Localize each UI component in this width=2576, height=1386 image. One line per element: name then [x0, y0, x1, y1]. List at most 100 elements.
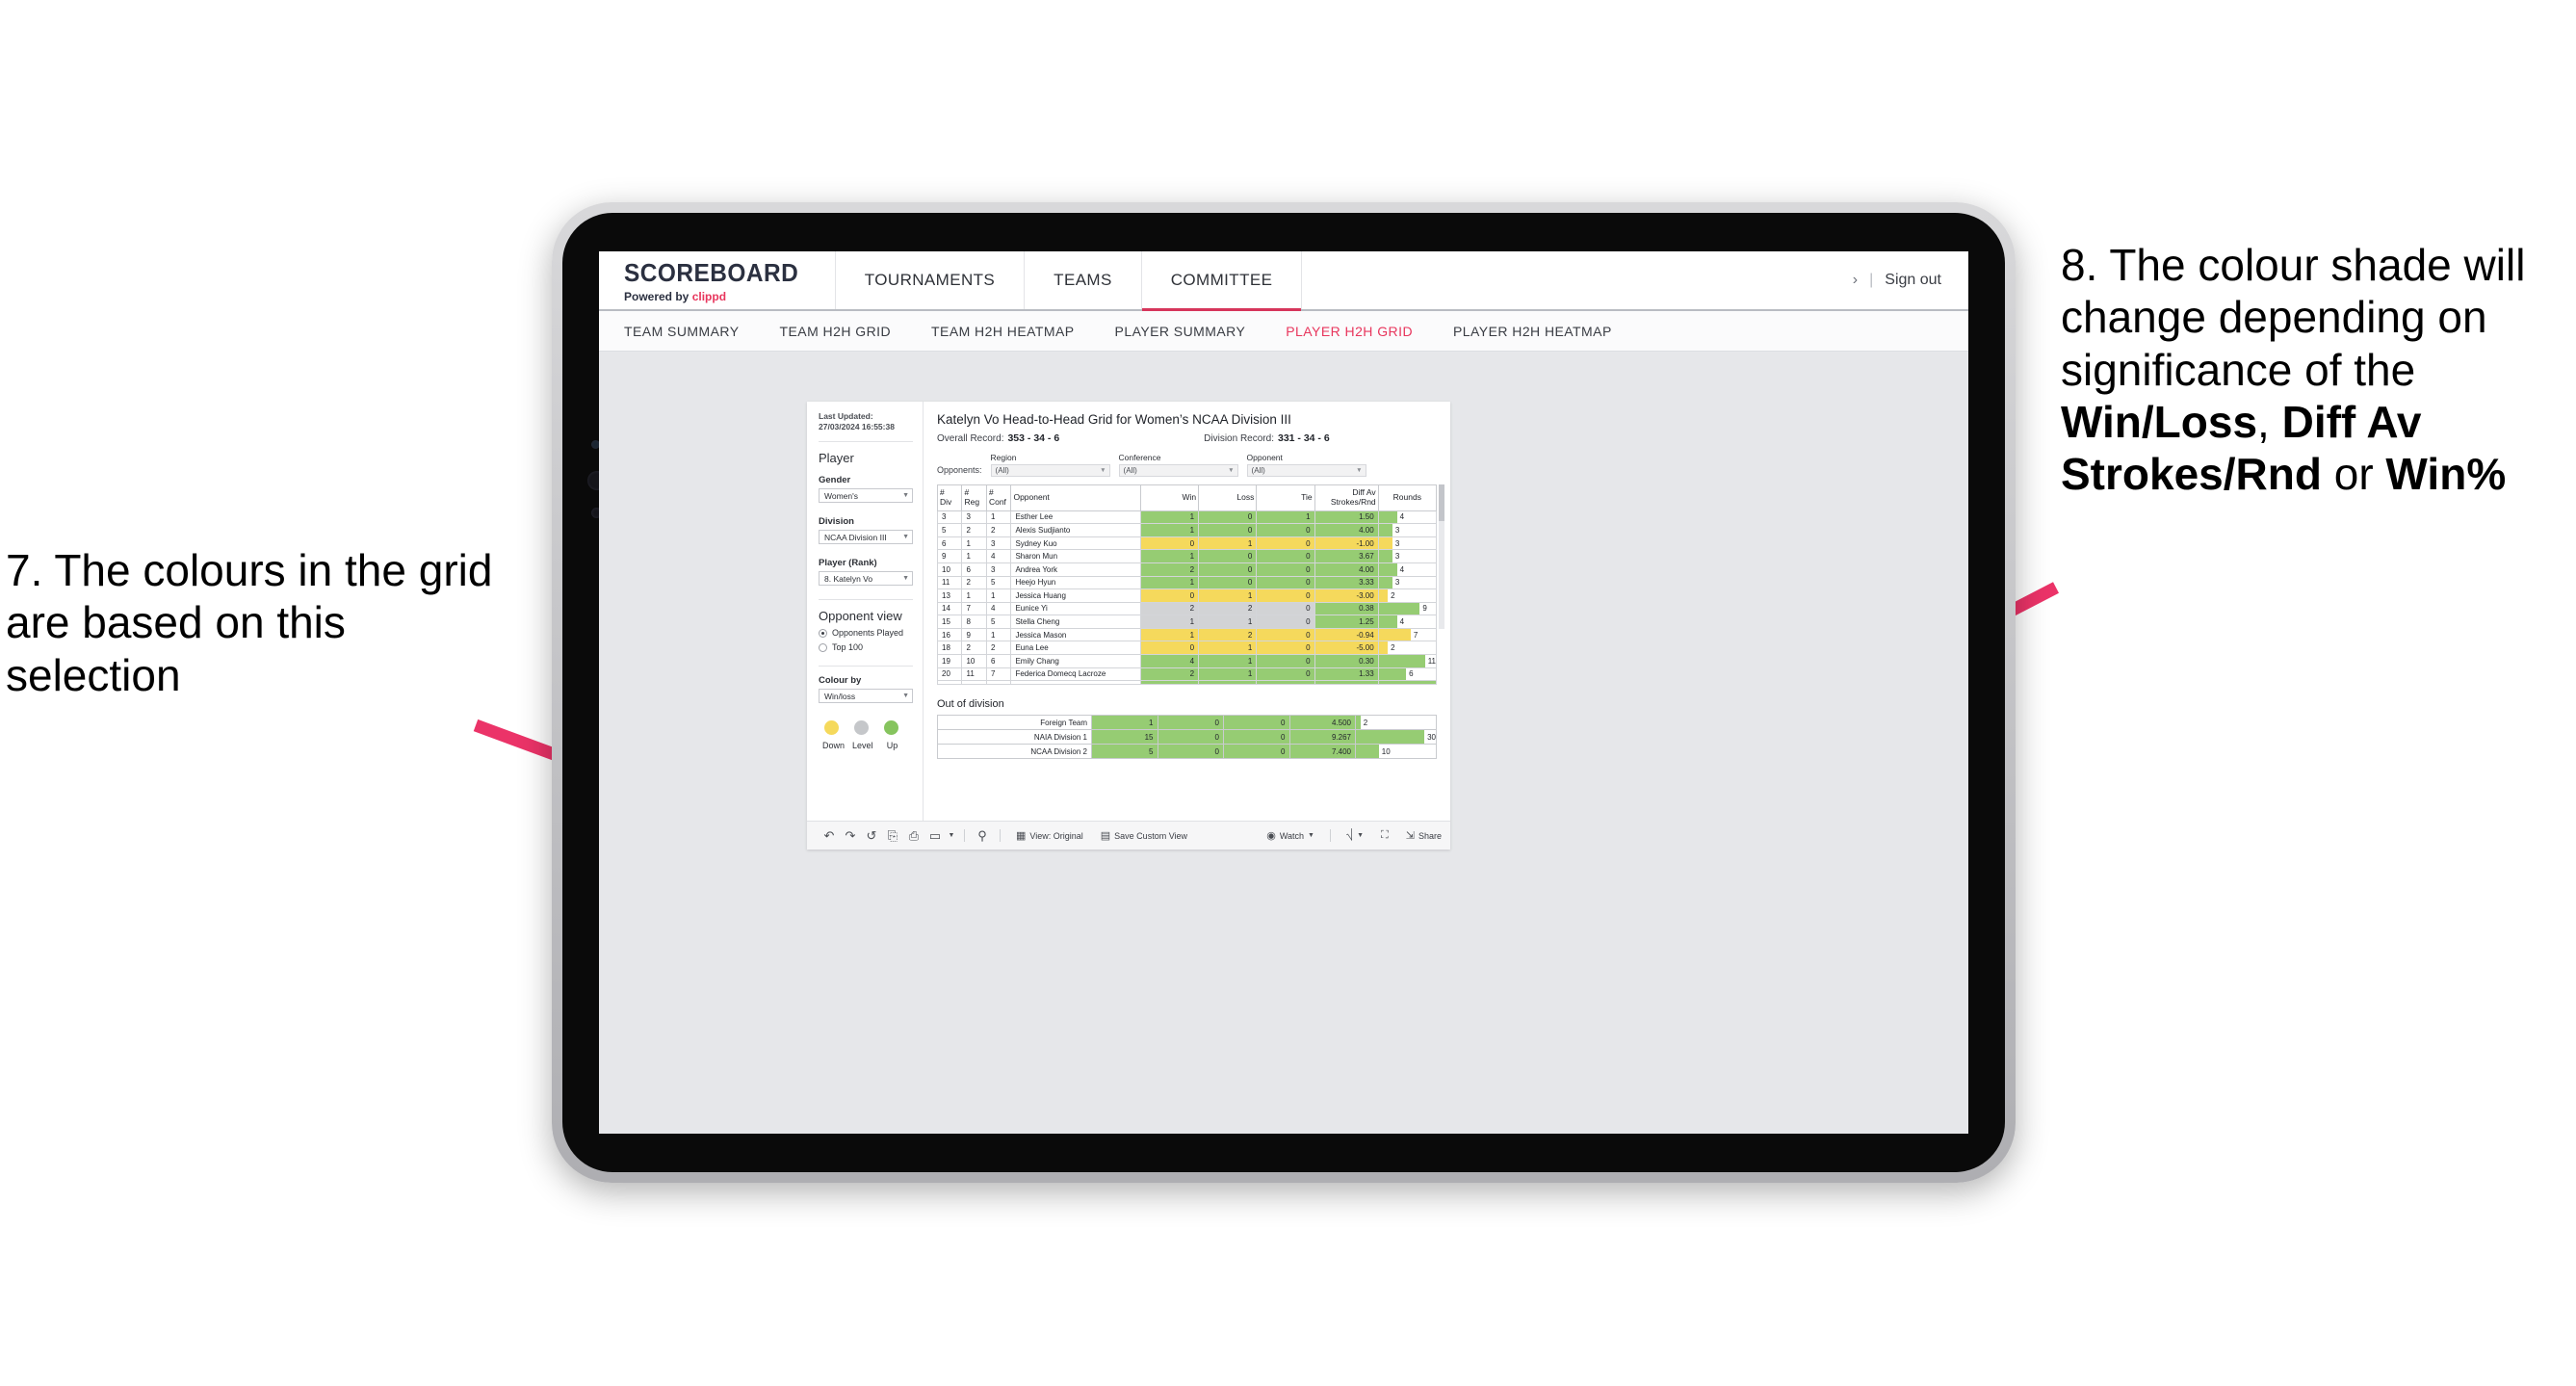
- subnav-player-summary[interactable]: PLAYER SUMMARY: [1115, 324, 1271, 339]
- annotation-right: 8. The colour shade will change dependin…: [2061, 239, 2571, 500]
- table-row[interactable]: 16 9 1 Jessica Mason 1 2 0 -0.94 7: [936, 627, 1438, 642]
- gender-select[interactable]: Women's ▼: [819, 488, 913, 504]
- nav-teams[interactable]: TEAMS: [1025, 251, 1142, 309]
- highlight-icon[interactable]: ⚲: [972, 828, 993, 844]
- cell-reg: 6: [961, 562, 987, 577]
- subnav-team-h2h-heatmap[interactable]: TEAM H2H HEATMAP: [931, 324, 1100, 339]
- out-of-division-row[interactable]: NCAA Division 2 5 0 0 7.400 10: [937, 744, 1437, 760]
- subnav-team-summary[interactable]: TEAM SUMMARY: [624, 324, 765, 339]
- out-of-division-row[interactable]: NAIA Division 1 15 0 0 9.267 30: [937, 729, 1437, 745]
- column-header-tie[interactable]: Tie: [1256, 484, 1315, 511]
- colour-by-filter: Colour by Win/loss ▼: [819, 675, 913, 704]
- radio-top-100[interactable]: Top 100: [819, 642, 913, 652]
- table-row[interactable]: 14 7 4 Eunice Yi 2 2 0 0.38 9: [936, 601, 1438, 616]
- cell-win: 0: [1139, 588, 1200, 603]
- table-row[interactable]: 20 11 7 Federica Domecq Lacroze 2 1 0 1.33 6: [936, 667, 1438, 682]
- rectangle-select-icon[interactable]: ▭: [924, 828, 946, 844]
- page-title: Katelyn Vo Head-to-Head Grid for Women’s…: [937, 412, 1291, 427]
- legend-label-level: Level: [852, 741, 873, 751]
- nav-tournaments[interactable]: TOURNAMENTS: [836, 251, 1026, 309]
- table-row[interactable]: 13 1 1 Jessica Huang 0 1 0 -3.00 2: [936, 588, 1438, 603]
- view-original-button[interactable]: ▦ View: Original: [1007, 829, 1092, 842]
- radio-icon-selected: [819, 628, 827, 638]
- table-row[interactable]: 6 1 3 Sydney Kuo 0 1 0 -1.00 3: [936, 536, 1438, 551]
- chevron-down-icon: ▼: [1357, 832, 1365, 839]
- cell-div: 10: [936, 562, 963, 577]
- column-header-rounds[interactable]: Rounds: [1377, 484, 1438, 511]
- column-header-loss[interactable]: Loss: [1198, 484, 1258, 511]
- legend-label-up: Up: [886, 741, 898, 751]
- ood-cell-name: NAIA Division 1: [937, 729, 1092, 745]
- watch-button[interactable]: ◉ Watch ▼: [1258, 829, 1323, 842]
- table-row[interactable]: 9 1 4 Sharon Mun 1 0 0 3.67 3: [936, 549, 1438, 563]
- refresh-icon[interactable]: ⎘: [882, 828, 903, 844]
- fullscreen-button[interactable]: ⛶: [1372, 829, 1397, 842]
- brand-sub-accent: clippd: [691, 289, 727, 303]
- brand-logo[interactable]: SCOREBOARD Powered by clippd: [599, 251, 836, 309]
- table-row[interactable]: 11 2 5 Heejo Hyun 1 0 0 3.33 3: [936, 575, 1438, 590]
- chevron-right-icon[interactable]: ›: [1853, 272, 1858, 289]
- screenshot-stage: 7. The colours in the grid are based on …: [0, 0, 2576, 1386]
- colour-by-select[interactable]: Win/loss ▼: [819, 689, 913, 704]
- cell-loss: 0: [1198, 575, 1258, 590]
- scrollbar-thumb[interactable]: [1439, 484, 1444, 521]
- table-row[interactable]: 3 3 1 Esther Lee 1 0 1 1.50 4: [936, 510, 1438, 525]
- records-row: Overall Record: 353 - 34 - 6 Division Re…: [937, 432, 1437, 444]
- ood-cell-name: NCAA Division 2: [937, 744, 1092, 760]
- column-header--[interactable]: # Conf: [985, 484, 1012, 511]
- ood-cell-loss: 0: [1157, 729, 1224, 745]
- table-row[interactable]: 18 2 2 Euna Lee 0 1 0 -5.00 2: [936, 641, 1438, 656]
- region-select[interactable]: (All) ▼: [990, 464, 1110, 477]
- player-rank-label: Player (Rank): [819, 558, 877, 569]
- radio-opponents-played-label: Opponents Played: [832, 628, 904, 639]
- column-header-diff-av[interactable]: Diff Av Strokes/Rnd: [1314, 484, 1379, 511]
- subnav-team-h2h-grid[interactable]: TEAM H2H GRID: [780, 324, 917, 339]
- undo-icon[interactable]: ↶: [819, 828, 840, 844]
- out-of-division-row[interactable]: Foreign Team 1 0 0 4.500 2: [937, 715, 1437, 731]
- legend-label-down: Down: [822, 741, 846, 751]
- cell-div: 9: [936, 549, 963, 563]
- ood-cell-tie: 0: [1223, 715, 1290, 731]
- redo-icon[interactable]: ↷: [840, 828, 861, 844]
- cell-opponent: Federica Domecq Lacroze: [1010, 667, 1141, 682]
- player-rank-select[interactable]: 8. Katelyn Vo ▼: [819, 571, 913, 587]
- radio-opponents-played[interactable]: Opponents Played: [819, 628, 913, 638]
- opponent-filters: Opponents: Region (All) ▼ Conference (Al…: [937, 453, 1437, 477]
- cell-opponent: Stella Cheng: [1010, 615, 1141, 629]
- cell-conf: 1: [985, 627, 1012, 642]
- table-row[interactable]: 15 8 5 Stella Cheng 1 1 0 1.25 4: [936, 615, 1438, 629]
- chevron-down-icon: ▼: [902, 575, 909, 583]
- out-of-division-title: Out of division: [937, 698, 1004, 711]
- revert-icon[interactable]: ↺: [861, 828, 882, 844]
- grid-scrollbar[interactable]: [1439, 484, 1444, 629]
- table-row[interactable]: 5 2 2 Alexis Sudjianto 1 0 0 4.00 3: [936, 523, 1438, 537]
- conference-select[interactable]: (All) ▼: [1118, 464, 1238, 477]
- column-header--[interactable]: # Reg: [961, 484, 987, 511]
- column-header--[interactable]: # Div: [936, 484, 963, 511]
- cell-diff-av-strokes: 4.00: [1314, 523, 1379, 537]
- download-button[interactable]: ⎷ ▼: [1338, 829, 1372, 842]
- table-row[interactable]: 19 10 6 Emily Chang 4 1 0 0.30 11: [936, 654, 1438, 668]
- subnav-player-h2h-grid[interactable]: PLAYER H2H GRID: [1286, 324, 1438, 339]
- nav-committee[interactable]: COMMITTEE: [1141, 251, 1303, 311]
- divider: [1000, 829, 1001, 842]
- division-record-label: Division Record:: [1204, 433, 1274, 444]
- tablet-bezel: SCOREBOARD Powered by clippd TOURNAMENTS…: [562, 213, 2005, 1172]
- chevron-down-icon[interactable]: ▼: [946, 832, 957, 839]
- share-label: Share: [1418, 830, 1442, 841]
- subnav-player-h2h-heatmap[interactable]: PLAYER H2H HEATMAP: [1453, 324, 1637, 339]
- opponent-select[interactable]: (All) ▼: [1246, 464, 1366, 477]
- cell-tie: 0: [1256, 562, 1315, 577]
- table-row[interactable]: 10 6 3 Andrea York 2 0 0 4.00 4: [936, 562, 1438, 577]
- cell-opponent: Jessica Huang: [1010, 588, 1141, 603]
- column-header-opponent[interactable]: Opponent: [1010, 484, 1141, 511]
- division-select[interactable]: NCAA Division III ▼: [819, 530, 913, 545]
- column-header-win[interactable]: Win: [1139, 484, 1200, 511]
- pause-icon[interactable]: ⎙: [903, 828, 924, 844]
- ood-cell-rounds: 30: [1355, 729, 1437, 745]
- save-custom-view-button[interactable]: ▤ Save Custom View: [1092, 829, 1196, 842]
- divider: [819, 599, 913, 601]
- share-button[interactable]: ⇲ Share: [1397, 829, 1450, 842]
- signout-link[interactable]: Sign out: [1885, 272, 1941, 289]
- cell-win: 1: [1139, 575, 1200, 590]
